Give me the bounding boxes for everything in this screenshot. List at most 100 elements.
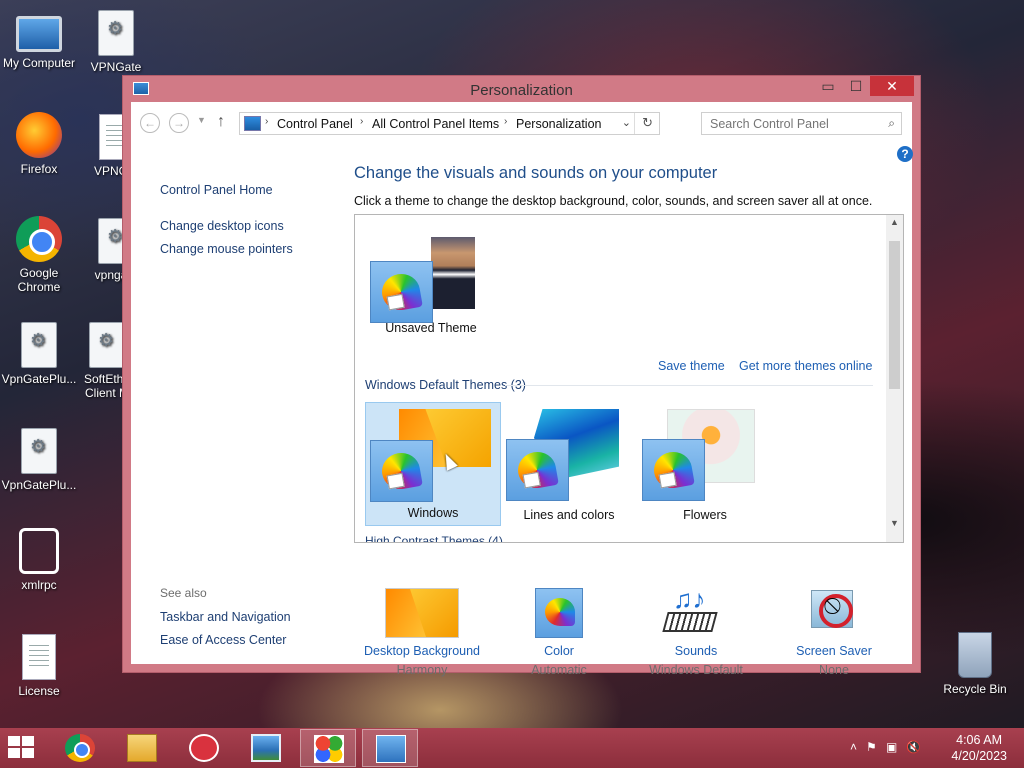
breadcrumb-control-panel[interactable]: Control Panel — [277, 117, 353, 131]
search-box[interactable]: ⌕ — [701, 112, 902, 135]
sounds-setting[interactable]: Sounds Windows Default — [626, 584, 766, 677]
theme-unsaved[interactable]: Unsaved Theme — [363, 225, 499, 349]
breadcrumb-separator[interactable]: › — [360, 116, 363, 127]
taskbar-chrome[interactable] — [52, 729, 108, 767]
scroll-thumb[interactable] — [889, 241, 900, 389]
desktop-icon-license[interactable]: License — [0, 634, 78, 698]
taskbar-photos[interactable] — [238, 729, 294, 767]
refresh-icon[interactable]: ↻ — [642, 115, 653, 131]
recent-locations-button[interactable]: ▼ — [197, 115, 206, 125]
breadcrumb-separator[interactable]: › — [504, 116, 507, 127]
color-palette-icon — [370, 440, 433, 502]
search-icon[interactable]: ⌕ — [888, 116, 895, 131]
desktop-icon-recycle-bin[interactable]: Recycle Bin — [936, 632, 1014, 696]
screen-saver-icon — [797, 588, 871, 638]
desktop-icon-vpngateplugin-1[interactable]: VpnGatePlu... — [0, 322, 78, 386]
settings-file-icon — [98, 10, 134, 56]
alarm-clock-icon — [189, 734, 219, 762]
color-palette-icon — [642, 439, 705, 501]
start-button[interactable] — [8, 736, 36, 760]
control-panel-home-link[interactable]: Control Panel Home — [160, 183, 273, 197]
title-bar[interactable]: Personalization ▭ ☐ ✕ — [123, 76, 920, 102]
theme-flowers[interactable]: Flowers — [637, 403, 773, 527]
page-description: Click a theme to change the desktop back… — [354, 194, 873, 208]
divider — [634, 113, 635, 134]
get-more-themes-link[interactable]: Get more themes online — [739, 359, 872, 373]
taskbar-softether[interactable] — [300, 729, 356, 767]
setting-label[interactable]: Color — [489, 644, 629, 658]
desktop-background-setting[interactable]: Desktop Background Harmony — [352, 588, 492, 677]
softether-icon — [314, 735, 344, 763]
breadcrumb-separator[interactable]: › — [265, 116, 268, 127]
text-file-icon — [22, 634, 56, 680]
setting-value: Harmony — [396, 663, 448, 677]
chrome-icon — [16, 216, 62, 262]
theme-label: Unsaved Theme — [385, 321, 477, 335]
photos-icon — [251, 734, 281, 762]
settings-file-icon — [21, 322, 57, 368]
chrome-icon — [65, 734, 95, 762]
close-button[interactable]: ✕ — [870, 76, 914, 96]
theme-windows[interactable]: Windows — [365, 402, 501, 526]
help-icon[interactable]: ? — [897, 146, 913, 162]
theme-label: Flowers — [683, 508, 727, 522]
desktop-icon-firefox[interactable]: Firefox — [0, 112, 78, 176]
window-content: ← → ▼ ↑ › Control Panel › All Control Pa… — [131, 102, 913, 677]
color-palette-icon — [370, 261, 433, 323]
color-palette-icon — [535, 588, 583, 638]
setting-label[interactable]: Desktop Background — [352, 644, 492, 658]
clock-date[interactable]: 4/20/2023 — [951, 749, 1007, 763]
screen-saver-setting[interactable]: Screen Saver None — [764, 588, 904, 677]
minimize-button[interactable]: ▭ — [814, 76, 842, 96]
taskbar-navigation-link[interactable]: Taskbar and Navigation — [160, 610, 291, 624]
ease-of-access-link[interactable]: Ease of Access Center — [160, 633, 286, 647]
taskbar: ˄ ⚑ ▣ 🔇 4:06 AM 4/20/2023 — [0, 728, 1024, 768]
address-dropdown-icon[interactable]: ⌄ — [622, 116, 631, 129]
taskbar-alarm[interactable] — [176, 729, 232, 767]
up-button[interactable]: ↑ — [217, 113, 225, 131]
desktop-icon-my-computer[interactable]: My Computer — [0, 10, 78, 70]
taskbar-control-panel[interactable] — [362, 729, 418, 767]
computer-icon — [16, 16, 62, 52]
desktop-icon-chrome[interactable]: Google Chrome — [0, 216, 78, 294]
taskbar-file-explorer[interactable] — [114, 729, 170, 767]
network-icon[interactable]: ▣ — [886, 740, 897, 754]
firefox-icon — [16, 112, 62, 158]
change-mouse-pointers-link[interactable]: Change mouse pointers — [160, 242, 293, 256]
desktop-icon-label: Recycle Bin — [943, 682, 1007, 696]
breadcrumb-all-items[interactable]: All Control Panel Items — [372, 117, 499, 131]
volume-muted-icon[interactable]: 🔇 — [906, 740, 921, 754]
scroll-up-icon[interactable]: ▲ — [890, 217, 899, 227]
desktop-icon-label: VpnGatePlu... — [1, 478, 77, 492]
maximize-button[interactable]: ☐ — [842, 76, 870, 96]
desktop-icon-vpngate[interactable]: VPNGate — [77, 10, 155, 74]
theme-lines-and-colors[interactable]: Lines and colors — [501, 403, 637, 527]
forward-button[interactable]: → — [169, 113, 189, 133]
setting-label[interactable]: Screen Saver — [764, 644, 904, 658]
action-center-flag-icon[interactable]: ⚑ — [866, 740, 877, 754]
window-title: Personalization — [470, 82, 573, 99]
back-button[interactable]: ← — [140, 113, 160, 133]
setting-value: None — [819, 663, 849, 677]
address-bar[interactable]: › Control Panel › All Control Panel Item… — [239, 112, 660, 135]
color-setting[interactable]: Color Automatic — [489, 588, 629, 677]
theme-photo-thumbnail — [431, 237, 475, 309]
navigation-bar: ← → ▼ ↑ › Control Panel › All Control Pa… — [131, 102, 912, 144]
show-hidden-icons-icon[interactable]: ˄ — [850, 740, 857, 754]
breadcrumb-personalization[interactable]: Personalization — [516, 117, 601, 131]
search-input[interactable] — [702, 113, 872, 134]
control-panel-icon — [376, 735, 406, 763]
control-panel-icon — [244, 116, 261, 131]
xml-file-icon — [19, 528, 59, 574]
change-desktop-icons-link[interactable]: Change desktop icons — [160, 219, 284, 233]
desktop-icon-label: Google Chrome — [17, 266, 61, 294]
scroll-down-icon[interactable]: ▼ — [890, 518, 899, 528]
setting-label[interactable]: Sounds — [626, 644, 766, 658]
save-theme-link[interactable]: Save theme — [658, 359, 725, 373]
setting-value: Windows Default — [649, 663, 743, 677]
clock-time[interactable]: 4:06 AM — [956, 733, 1002, 747]
desktop-icon-vpngateplugin-2[interactable]: VpnGatePlu... — [0, 428, 78, 492]
desktop-icon-label: Firefox — [20, 162, 58, 176]
desktop-icon-xmlrpc[interactable]: xmlrpc — [0, 528, 78, 592]
scrollbar[interactable]: ▲ ▼ — [886, 215, 903, 542]
